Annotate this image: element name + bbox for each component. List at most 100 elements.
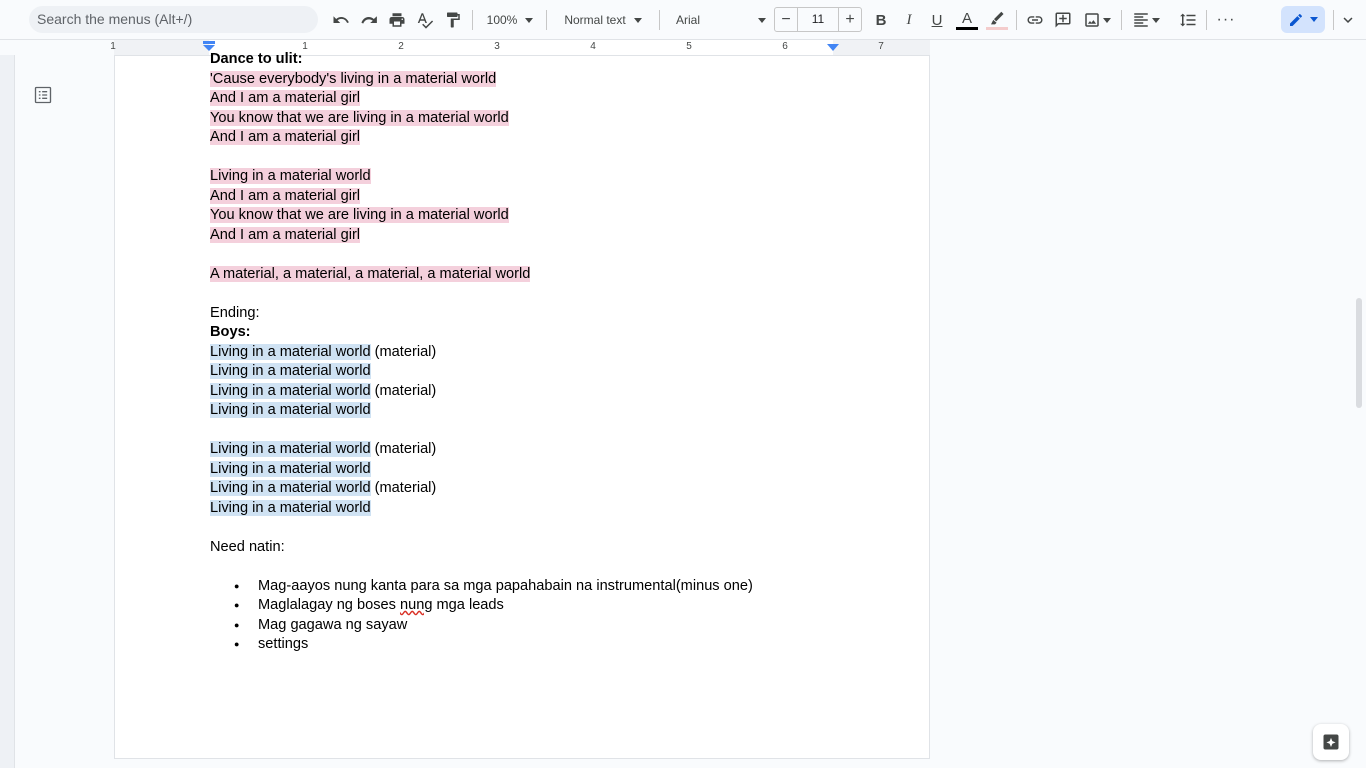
add-comment-icon[interactable] bbox=[1052, 8, 1074, 32]
bullet-item[interactable]: settings bbox=[210, 635, 910, 655]
zoom-select[interactable]: 100% bbox=[480, 8, 540, 32]
line-suffix: (material) bbox=[370, 480, 437, 496]
document-outline-icon[interactable] bbox=[33, 85, 53, 105]
document-line[interactable]: Ending: bbox=[210, 304, 910, 324]
chevron-down-icon bbox=[758, 17, 766, 23]
blank-line[interactable] bbox=[210, 518, 910, 538]
bold-icon[interactable]: B bbox=[871, 8, 891, 32]
editing-mode-button[interactable] bbox=[1281, 6, 1325, 33]
chevron-down-icon bbox=[1310, 17, 1318, 22]
line-suffix: (material) bbox=[370, 343, 437, 360]
collapse-menus-icon[interactable] bbox=[1338, 8, 1358, 32]
increase-font-size-button[interactable]: + bbox=[838, 7, 862, 32]
line-text: Living in a material world bbox=[210, 499, 371, 516]
italic-icon[interactable]: I bbox=[899, 8, 919, 32]
bullet-item[interactable]: Maglalagay ng boses nung mga leads bbox=[210, 596, 910, 616]
bullet-item[interactable]: Mag-aayos nung kanta para sa mga papahab… bbox=[210, 577, 910, 597]
line-text: A material, a material, a material, a ma… bbox=[210, 265, 531, 282]
highlight-color-icon[interactable] bbox=[985, 8, 1009, 32]
toolbar: Search the menus (Alt+/) 100% Normal tex… bbox=[0, 0, 1366, 40]
blank-line[interactable] bbox=[210, 284, 910, 304]
line-text: Living in a material world bbox=[210, 402, 371, 418]
bullet-item[interactable]: Mag gagawa ng sayaw bbox=[210, 616, 910, 636]
bullet-text: Maglalagay ng boses nung mga leads bbox=[258, 597, 504, 613]
toolbar-divider bbox=[1333, 10, 1334, 30]
document-line[interactable]: 'Cause everybody's living in a material … bbox=[210, 70, 910, 90]
document-line[interactable]: Living in a material world (material) bbox=[210, 479, 910, 499]
font-size-stepper: − 11 + bbox=[774, 7, 866, 32]
line-text: Living in a material world bbox=[210, 382, 371, 399]
redo-icon[interactable] bbox=[358, 8, 380, 32]
document-line[interactable]: Need natin: bbox=[210, 538, 910, 558]
misspelled-word[interactable]: nung bbox=[400, 597, 432, 613]
line-text: Dance to ulit: bbox=[210, 51, 303, 67]
blank-line[interactable] bbox=[210, 245, 910, 265]
ruler-number: 1 bbox=[110, 41, 116, 52]
more-options-icon[interactable]: ··· bbox=[1214, 8, 1238, 32]
line-suffix: (material) bbox=[370, 441, 437, 457]
underline-icon[interactable]: U bbox=[927, 8, 947, 32]
document-line[interactable]: And I am a material girl bbox=[210, 128, 910, 148]
document-line[interactable]: Boys: bbox=[210, 323, 910, 343]
line-text: And I am a material girl bbox=[210, 187, 361, 204]
document-line[interactable]: Living in a material world bbox=[210, 167, 910, 187]
document-line[interactable]: And I am a material girl bbox=[210, 187, 910, 207]
line-text: Living in a material world bbox=[210, 460, 371, 477]
line-text: Need natin: bbox=[210, 538, 285, 555]
style-select[interactable]: Normal text bbox=[554, 8, 652, 32]
paint-format-icon[interactable] bbox=[442, 8, 464, 32]
menu-search-input[interactable]: Search the menus (Alt+/) bbox=[29, 6, 318, 33]
insert-image-icon[interactable] bbox=[1080, 8, 1114, 32]
zoom-value: 100% bbox=[486, 13, 518, 27]
decrease-font-size-button[interactable]: − bbox=[774, 7, 798, 32]
toolbar-divider bbox=[472, 10, 473, 30]
explore-button[interactable] bbox=[1313, 724, 1349, 760]
document-line[interactable]: Living in a material world bbox=[210, 460, 910, 480]
line-text: You know that we are living in a materia… bbox=[210, 109, 509, 126]
document-line[interactable]: Living in a material world (material) bbox=[210, 440, 910, 460]
document-line[interactable]: Living in a material world (material) bbox=[210, 343, 910, 363]
align-icon[interactable] bbox=[1129, 8, 1163, 32]
line-text: And I am a material girl bbox=[210, 90, 361, 106]
vertical-scrollbar[interactable] bbox=[1356, 298, 1362, 408]
bullet-text: Mag gagawa ng sayaw bbox=[258, 616, 408, 633]
text-color-icon[interactable]: A bbox=[955, 8, 979, 32]
document-line[interactable]: You know that we are living in a materia… bbox=[210, 206, 910, 226]
line-text: Living in a material world bbox=[210, 363, 371, 379]
font-value: Arial bbox=[676, 13, 701, 27]
document-line[interactable]: A material, a material, a material, a ma… bbox=[210, 265, 910, 285]
document-line[interactable]: Living in a material world bbox=[210, 362, 910, 382]
insert-link-icon[interactable] bbox=[1024, 8, 1046, 32]
chevron-down-icon bbox=[525, 17, 534, 23]
line-text: Living in a material world bbox=[210, 480, 371, 496]
bullet-text: Mag-aayos nung kanta para sa mga papahab… bbox=[258, 577, 753, 594]
line-text: And I am a material girl bbox=[210, 226, 361, 243]
font-size-input[interactable]: 11 bbox=[798, 7, 838, 32]
document-line[interactable]: And I am a material girl bbox=[210, 89, 910, 109]
document-body[interactable]: Dance to ulit: 'Cause everybody's living … bbox=[210, 50, 910, 655]
document-line[interactable]: Living in a material world bbox=[210, 499, 910, 519]
line-suffix: (material) bbox=[370, 382, 437, 399]
document-line[interactable]: You know that we are living in a materia… bbox=[210, 109, 910, 129]
toolbar-divider bbox=[659, 10, 660, 30]
blank-line[interactable] bbox=[210, 148, 910, 168]
line-text: And I am a material girl bbox=[210, 129, 361, 145]
document-line[interactable]: Dance to ulit: bbox=[210, 50, 910, 70]
blank-line[interactable] bbox=[210, 557, 910, 577]
bullet-text: settings bbox=[258, 636, 309, 652]
document-line[interactable]: Living in a material world (material) bbox=[210, 382, 910, 402]
pencil-icon bbox=[1290, 13, 1302, 26]
line-text: Ending: bbox=[210, 304, 260, 321]
print-icon[interactable] bbox=[386, 8, 408, 32]
line-spacing-icon[interactable] bbox=[1176, 8, 1200, 32]
undo-icon[interactable] bbox=[330, 8, 352, 32]
line-text: Living in a material world bbox=[210, 168, 371, 184]
spellcheck-icon[interactable] bbox=[414, 8, 436, 32]
document-line[interactable]: Living in a material world bbox=[210, 401, 910, 421]
explore-sparkle-icon bbox=[1323, 734, 1339, 750]
blank-line[interactable] bbox=[210, 421, 910, 441]
font-select[interactable]: Arial bbox=[670, 8, 766, 32]
line-text: Boys: bbox=[210, 324, 251, 340]
document-line[interactable]: And I am a material girl bbox=[210, 226, 910, 246]
line-text: 'Cause everybody's living in a material … bbox=[210, 70, 497, 87]
